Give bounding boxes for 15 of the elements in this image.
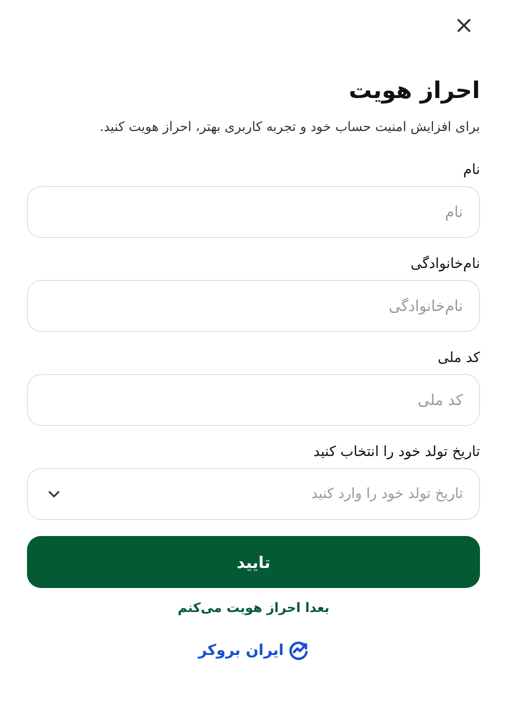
input-field[interactable]: نام‌خانوادگی — [27, 280, 480, 332]
later-link[interactable]: بعدا احراز هویت می‌کنم — [178, 598, 330, 620]
chart-circle-icon — [288, 640, 309, 660]
chevron-down-icon — [48, 490, 60, 498]
input-field[interactable]: کد ملی — [27, 374, 480, 426]
field-label: کد ملی — [438, 349, 480, 368]
field-label: تاریخ تولد خود را انتخاب کنید — [313, 443, 480, 462]
dialog-title: احراز هویت — [348, 77, 480, 106]
input-field[interactable]: نام — [27, 186, 480, 238]
field-label: نام‌خانوادگی — [410, 254, 480, 274]
submit-button[interactable]: تایید — [27, 536, 480, 588]
logo-text: ایران بروکر — [198, 641, 284, 659]
close-button[interactable]: × — [448, 10, 480, 40]
field-label: نام — [463, 161, 480, 180]
dialog-subtitle: برای افزایش امنیت حساب خود و تجربه کاربری بهتر، احراز هویت کنید. — [98, 119, 480, 137]
